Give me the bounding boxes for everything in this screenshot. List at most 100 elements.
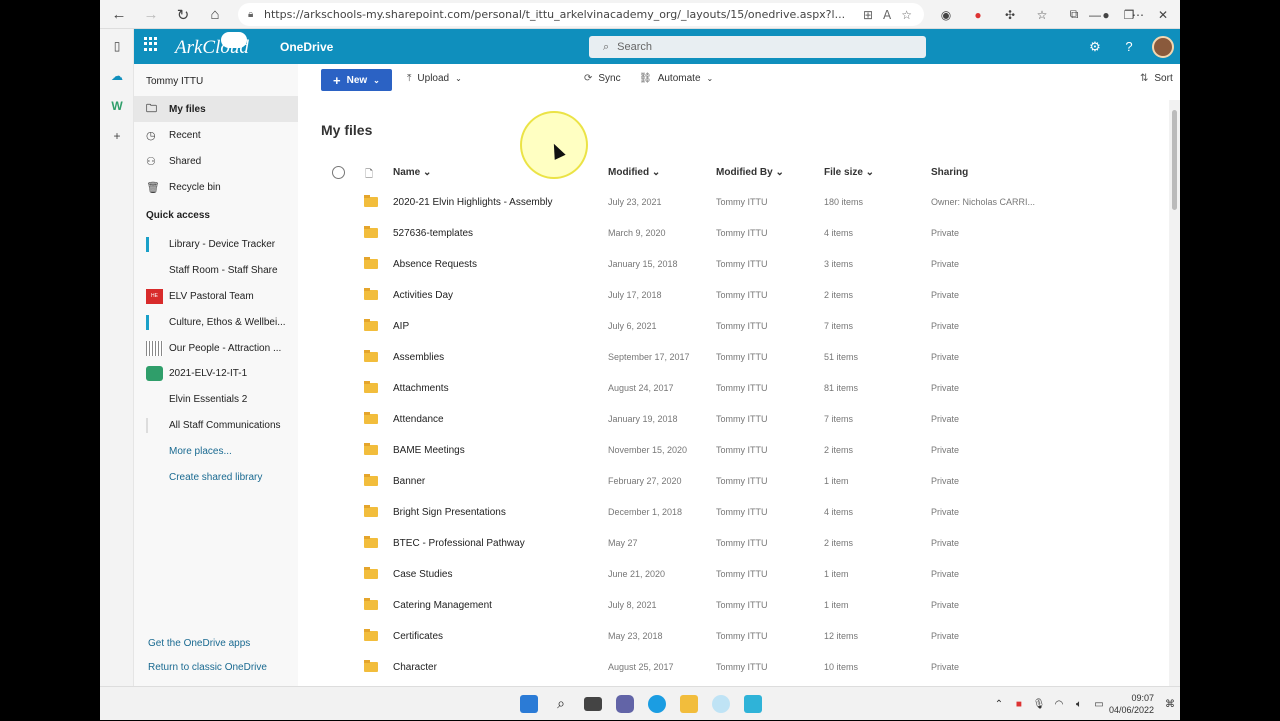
- minimize-icon[interactable]: —: [1078, 0, 1112, 29]
- file-name[interactable]: AIP: [393, 321, 409, 332]
- table-row[interactable]: Character August 25, 2017 Tommy ITTU 10 ite…: [298, 655, 1168, 686]
- create-shared-library-link[interactable]: Create shared library: [169, 467, 319, 487]
- battery-icon[interactable]: ▭: [1089, 699, 1109, 710]
- vertical-scrollbar[interactable]: [1169, 100, 1180, 686]
- app-name[interactable]: OneDrive: [280, 40, 333, 54]
- file-name[interactable]: Activities Day: [393, 290, 453, 301]
- sync-button[interactable]: ⟳ Sync: [584, 73, 621, 84]
- read-aloud-icon[interactable]: A: [883, 8, 891, 22]
- close-icon[interactable]: ✕: [1146, 0, 1180, 29]
- table-row[interactable]: BAME Meetings November 15, 2020 Tommy ITTU…: [298, 438, 1168, 469]
- sort-button[interactable]: ⇅ Sort ⌄: [1140, 73, 1180, 84]
- restore-icon[interactable]: ❐: [1112, 0, 1146, 29]
- get-apps-link[interactable]: Get the OneDrive apps: [148, 638, 250, 649]
- address-bar[interactable]: 🔒︎ https://arkschools-my.sharepoint.com/…: [238, 3, 924, 26]
- forward-arrow-icon[interactable]: →: [136, 0, 166, 29]
- table-row[interactable]: Case Studies June 21, 2020 Tommy ITTU 1 ite…: [298, 562, 1168, 593]
- file-name[interactable]: Banner: [393, 476, 425, 487]
- notepad-icon[interactable]: [744, 695, 762, 713]
- home-icon[interactable]: ⌂: [200, 0, 230, 29]
- column-name[interactable]: Name ⌄: [393, 167, 431, 178]
- select-all-radio[interactable]: [332, 166, 345, 179]
- automate-button[interactable]: ⛓ Automate ⌄: [639, 73, 713, 84]
- edge-browser-icon[interactable]: [648, 695, 666, 713]
- new-button[interactable]: + New ⌄: [321, 69, 392, 91]
- quick-access-item[interactable]: Staff Room - Staff Share: [146, 260, 296, 280]
- quick-access-item[interactable]: 2021-ELV-12-IT-1: [146, 363, 296, 383]
- extension-icon[interactable]: ◉: [930, 0, 962, 29]
- file-name[interactable]: Assemblies: [393, 352, 444, 363]
- search-input[interactable]: ⌕ Search: [589, 36, 926, 58]
- add-icon[interactable]: +: [100, 123, 134, 149]
- table-row[interactable]: Attendance January 19, 2018 Tommy ITTU 7 it…: [298, 407, 1168, 438]
- volume-icon[interactable]: 🔈︎: [1069, 699, 1089, 710]
- table-row[interactable]: Catering Management July 8, 2021 Tommy ITT…: [298, 593, 1168, 624]
- help-icon[interactable]: ?: [1112, 29, 1146, 64]
- column-file-size[interactable]: File size ⌄: [824, 167, 874, 178]
- column-modified[interactable]: Modified ⌄: [608, 167, 660, 178]
- refresh-icon[interactable]: ↻: [168, 0, 198, 29]
- quick-access-item[interactable]: HE ELV Pastoral Team: [146, 286, 296, 306]
- nav-recent[interactable]: ◷ Recent: [134, 122, 298, 148]
- wifi-icon[interactable]: ◠: [1049, 699, 1069, 710]
- filezilla-icon[interactable]: ■: [1009, 699, 1029, 710]
- color-extension-icon[interactable]: ●: [962, 0, 994, 29]
- file-name[interactable]: 2020-21 Elvin Highlights - Assembly: [393, 197, 553, 208]
- chevron-up-icon[interactable]: ⌃: [989, 699, 1009, 710]
- quick-access-item[interactable]: Our People - Attraction ...: [146, 338, 296, 358]
- teams-chat-icon[interactable]: [616, 695, 634, 713]
- app-launcher-icon[interactable]: [144, 37, 158, 51]
- settings-gear-icon[interactable]: ⚙: [1078, 29, 1112, 64]
- tabs-icon[interactable]: ▯: [100, 33, 134, 59]
- account-button[interactable]: [1146, 29, 1180, 64]
- file-explorer-icon[interactable]: [680, 695, 698, 713]
- webex-icon[interactable]: W: [100, 93, 134, 119]
- search-icon[interactable]: ⌕: [552, 695, 570, 713]
- table-row[interactable]: Activities Day July 17, 2018 Tommy ITTU 2 i…: [298, 283, 1168, 314]
- arkcloud-logo[interactable]: ArkCloud: [175, 37, 249, 59]
- quick-access-item[interactable]: Culture, Ethos & Wellbei...: [146, 312, 296, 332]
- file-name[interactable]: BAME Meetings: [393, 445, 465, 456]
- table-row[interactable]: AIP July 6, 2021 Tommy ITTU 7 items Private: [298, 314, 1168, 345]
- file-name[interactable]: BTEC - Professional Pathway: [393, 538, 525, 549]
- table-row[interactable]: Assemblies September 17, 2017 Tommy ITTU 51…: [298, 345, 1168, 376]
- favorites-icon[interactable]: ☆: [1026, 0, 1058, 29]
- file-name[interactable]: Character: [393, 662, 437, 673]
- table-row[interactable]: Certificates May 23, 2018 Tommy ITTU 12 ite…: [298, 624, 1168, 655]
- quick-access-item[interactable]: All Staff Communications: [146, 415, 296, 435]
- task-view-icon[interactable]: [584, 697, 602, 711]
- app-available-icon[interactable]: ⊞: [863, 8, 873, 22]
- microphone-icon[interactable]: 🎙︎: [1029, 699, 1049, 710]
- onedrive-icon[interactable]: ☁: [100, 63, 134, 89]
- scrollbar-thumb[interactable]: [1172, 110, 1177, 210]
- table-row[interactable]: BTEC - Professional Pathway May 27 Tommy I…: [298, 531, 1168, 562]
- file-name[interactable]: Catering Management: [393, 600, 492, 611]
- file-name[interactable]: 527636-templates: [393, 228, 473, 239]
- file-name[interactable]: Attachments: [393, 383, 449, 394]
- table-row[interactable]: Banner February 27, 2020 Tommy ITTU 1 item P…: [298, 469, 1168, 500]
- column-sharing[interactable]: Sharing: [931, 167, 968, 178]
- notification-icon[interactable]: ⌘: [1160, 699, 1180, 710]
- nav-shared[interactable]: ⚇ Shared: [134, 148, 298, 174]
- table-row[interactable]: 527636-templates March 9, 2020 Tommy ITTU 4…: [298, 221, 1168, 252]
- table-row[interactable]: 2020-21 Elvin Highlights - Assembly July …: [298, 190, 1168, 221]
- back-arrow-icon[interactable]: ←: [104, 0, 134, 29]
- clock[interactable]: 09:07 04/06/2022: [1109, 692, 1160, 716]
- return-classic-link[interactable]: Return to classic OneDrive: [148, 662, 267, 673]
- table-row[interactable]: Bright Sign Presentations December 1, 201…: [298, 500, 1168, 531]
- puzzle-extension-icon[interactable]: ✣: [994, 0, 1026, 29]
- favorite-star-icon[interactable]: ☆: [901, 8, 912, 22]
- nav-recycle-bin[interactable]: 🗑︎ Recycle bin: [134, 174, 298, 200]
- quick-access-item[interactable]: Library - Device Tracker: [146, 234, 296, 254]
- start-icon[interactable]: [520, 695, 538, 713]
- quick-access-item[interactable]: Elvin Essentials 2: [146, 389, 296, 409]
- file-name[interactable]: Certificates: [393, 631, 443, 642]
- table-row[interactable]: Absence Requests January 15, 2018 Tommy IT…: [298, 252, 1168, 283]
- settings-app-icon[interactable]: [712, 695, 730, 713]
- more-places-link[interactable]: More places...: [169, 441, 319, 461]
- file-name[interactable]: Absence Requests: [393, 259, 477, 270]
- nav-my-files[interactable]: 🗀︎ My files: [134, 96, 298, 122]
- file-name[interactable]: Bright Sign Presentations: [393, 507, 506, 518]
- table-row[interactable]: Attachments August 24, 2017 Tommy ITTU 81 i…: [298, 376, 1168, 407]
- file-name[interactable]: Attendance: [393, 414, 444, 425]
